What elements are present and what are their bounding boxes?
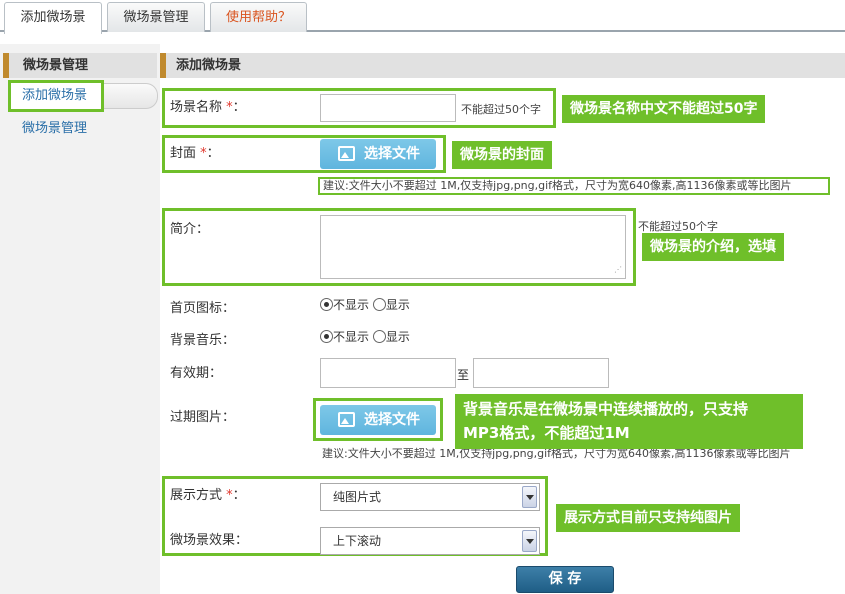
cover-file-button-label: 选择文件 — [364, 146, 420, 162]
radio-music-hide[interactable] — [320, 330, 333, 343]
homepage-icon-radio-group: 不显示 显示 — [320, 296, 410, 313]
expired-image-file-button[interactable]: 选择文件 — [320, 405, 436, 435]
cover-hint: 建议:文件大小不要超过 1M,仅支持jpg,png,gif格式，尺寸为宽640像… — [318, 177, 830, 195]
intro-textarea[interactable] — [320, 215, 626, 279]
scene-name-input[interactable] — [320, 94, 456, 122]
validity-separator: 至 — [457, 368, 470, 382]
radio-homepage-hide-label: 不显示 — [333, 298, 370, 312]
homepage-icon-label: 首页图标： — [170, 301, 236, 316]
cover-file-button[interactable]: 选择文件 — [320, 139, 436, 169]
sidebar-item-add-scene[interactable]: 添加微场景 — [8, 80, 104, 112]
radio-homepage-show[interactable] — [372, 298, 386, 311]
page-title: 添加微场景 — [160, 53, 845, 78]
tab-scene-management[interactable]: 微场景管理 — [107, 2, 205, 32]
tab-add-scene[interactable]: 添加微场景 — [4, 2, 102, 34]
display-mode-value: 纯图片式 — [333, 490, 382, 504]
radio-music-hide-label: 不显示 — [333, 330, 370, 344]
name-hint: 不能超过50个字 — [461, 103, 541, 116]
display-mode-label: 展示方式 *： — [170, 488, 246, 503]
chevron-down-icon[interactable] — [522, 530, 537, 552]
sidebar-header: 微场景管理 — [3, 53, 157, 78]
expired-image-label: 过期图片： — [170, 410, 236, 425]
cover-label: 封面 *： — [170, 146, 220, 161]
callout-music-line2: MP3格式，不能超过1M — [463, 424, 630, 442]
callout-music: 背景音乐是在微场景中连续播放的，只支持 MP3格式，不能超过1M — [455, 394, 803, 449]
sidebar-item-scene-management[interactable]: 微场景管理 — [22, 117, 87, 136]
effect-select[interactable]: 上下滚动 — [320, 527, 540, 555]
radio-homepage-hide[interactable] — [320, 298, 333, 311]
resize-handle-icon[interactable]: ⋰ — [614, 266, 624, 276]
effect-label: 微场景效果： — [170, 533, 249, 548]
callout-cover: 微场景的封面 — [452, 141, 552, 169]
effect-value: 上下滚动 — [333, 534, 382, 548]
bg-music-label: 背景音乐： — [170, 333, 236, 348]
intro-hint: 不能超过50个字 — [638, 220, 718, 233]
sidebar-active-tab-bg — [104, 83, 158, 109]
radio-homepage-show-label: 显示 — [385, 298, 410, 312]
bg-music-radio-group: 不显示 显示 — [320, 328, 410, 345]
name-label: 场景名称 *： — [170, 100, 246, 115]
callout-display: 展示方式目前只支持纯图片 — [556, 504, 740, 532]
image-upload-icon — [338, 412, 355, 427]
validity-start-input[interactable] — [320, 358, 456, 388]
expired-image-file-button-label: 选择文件 — [364, 412, 420, 428]
save-button[interactable]: 保 存 — [516, 566, 614, 593]
intro-label: 简介： — [170, 222, 210, 237]
tab-help[interactable]: 使用帮助？ — [210, 2, 307, 32]
radio-music-show[interactable] — [372, 330, 386, 343]
chevron-down-icon[interactable] — [522, 486, 537, 508]
validity-label: 有效期： — [170, 366, 223, 381]
image-upload-icon — [338, 146, 355, 161]
radio-music-show-label: 显示 — [385, 330, 410, 344]
callout-intro: 微场景的介绍，选填 — [642, 233, 784, 261]
callout-name: 微场景名称中文不能超过50字 — [562, 95, 766, 123]
display-mode-select[interactable]: 纯图片式 — [320, 483, 540, 511]
callout-music-line1: 背景音乐是在微场景中连续播放的，只支持 — [463, 400, 749, 418]
validity-end-input[interactable] — [473, 358, 609, 388]
